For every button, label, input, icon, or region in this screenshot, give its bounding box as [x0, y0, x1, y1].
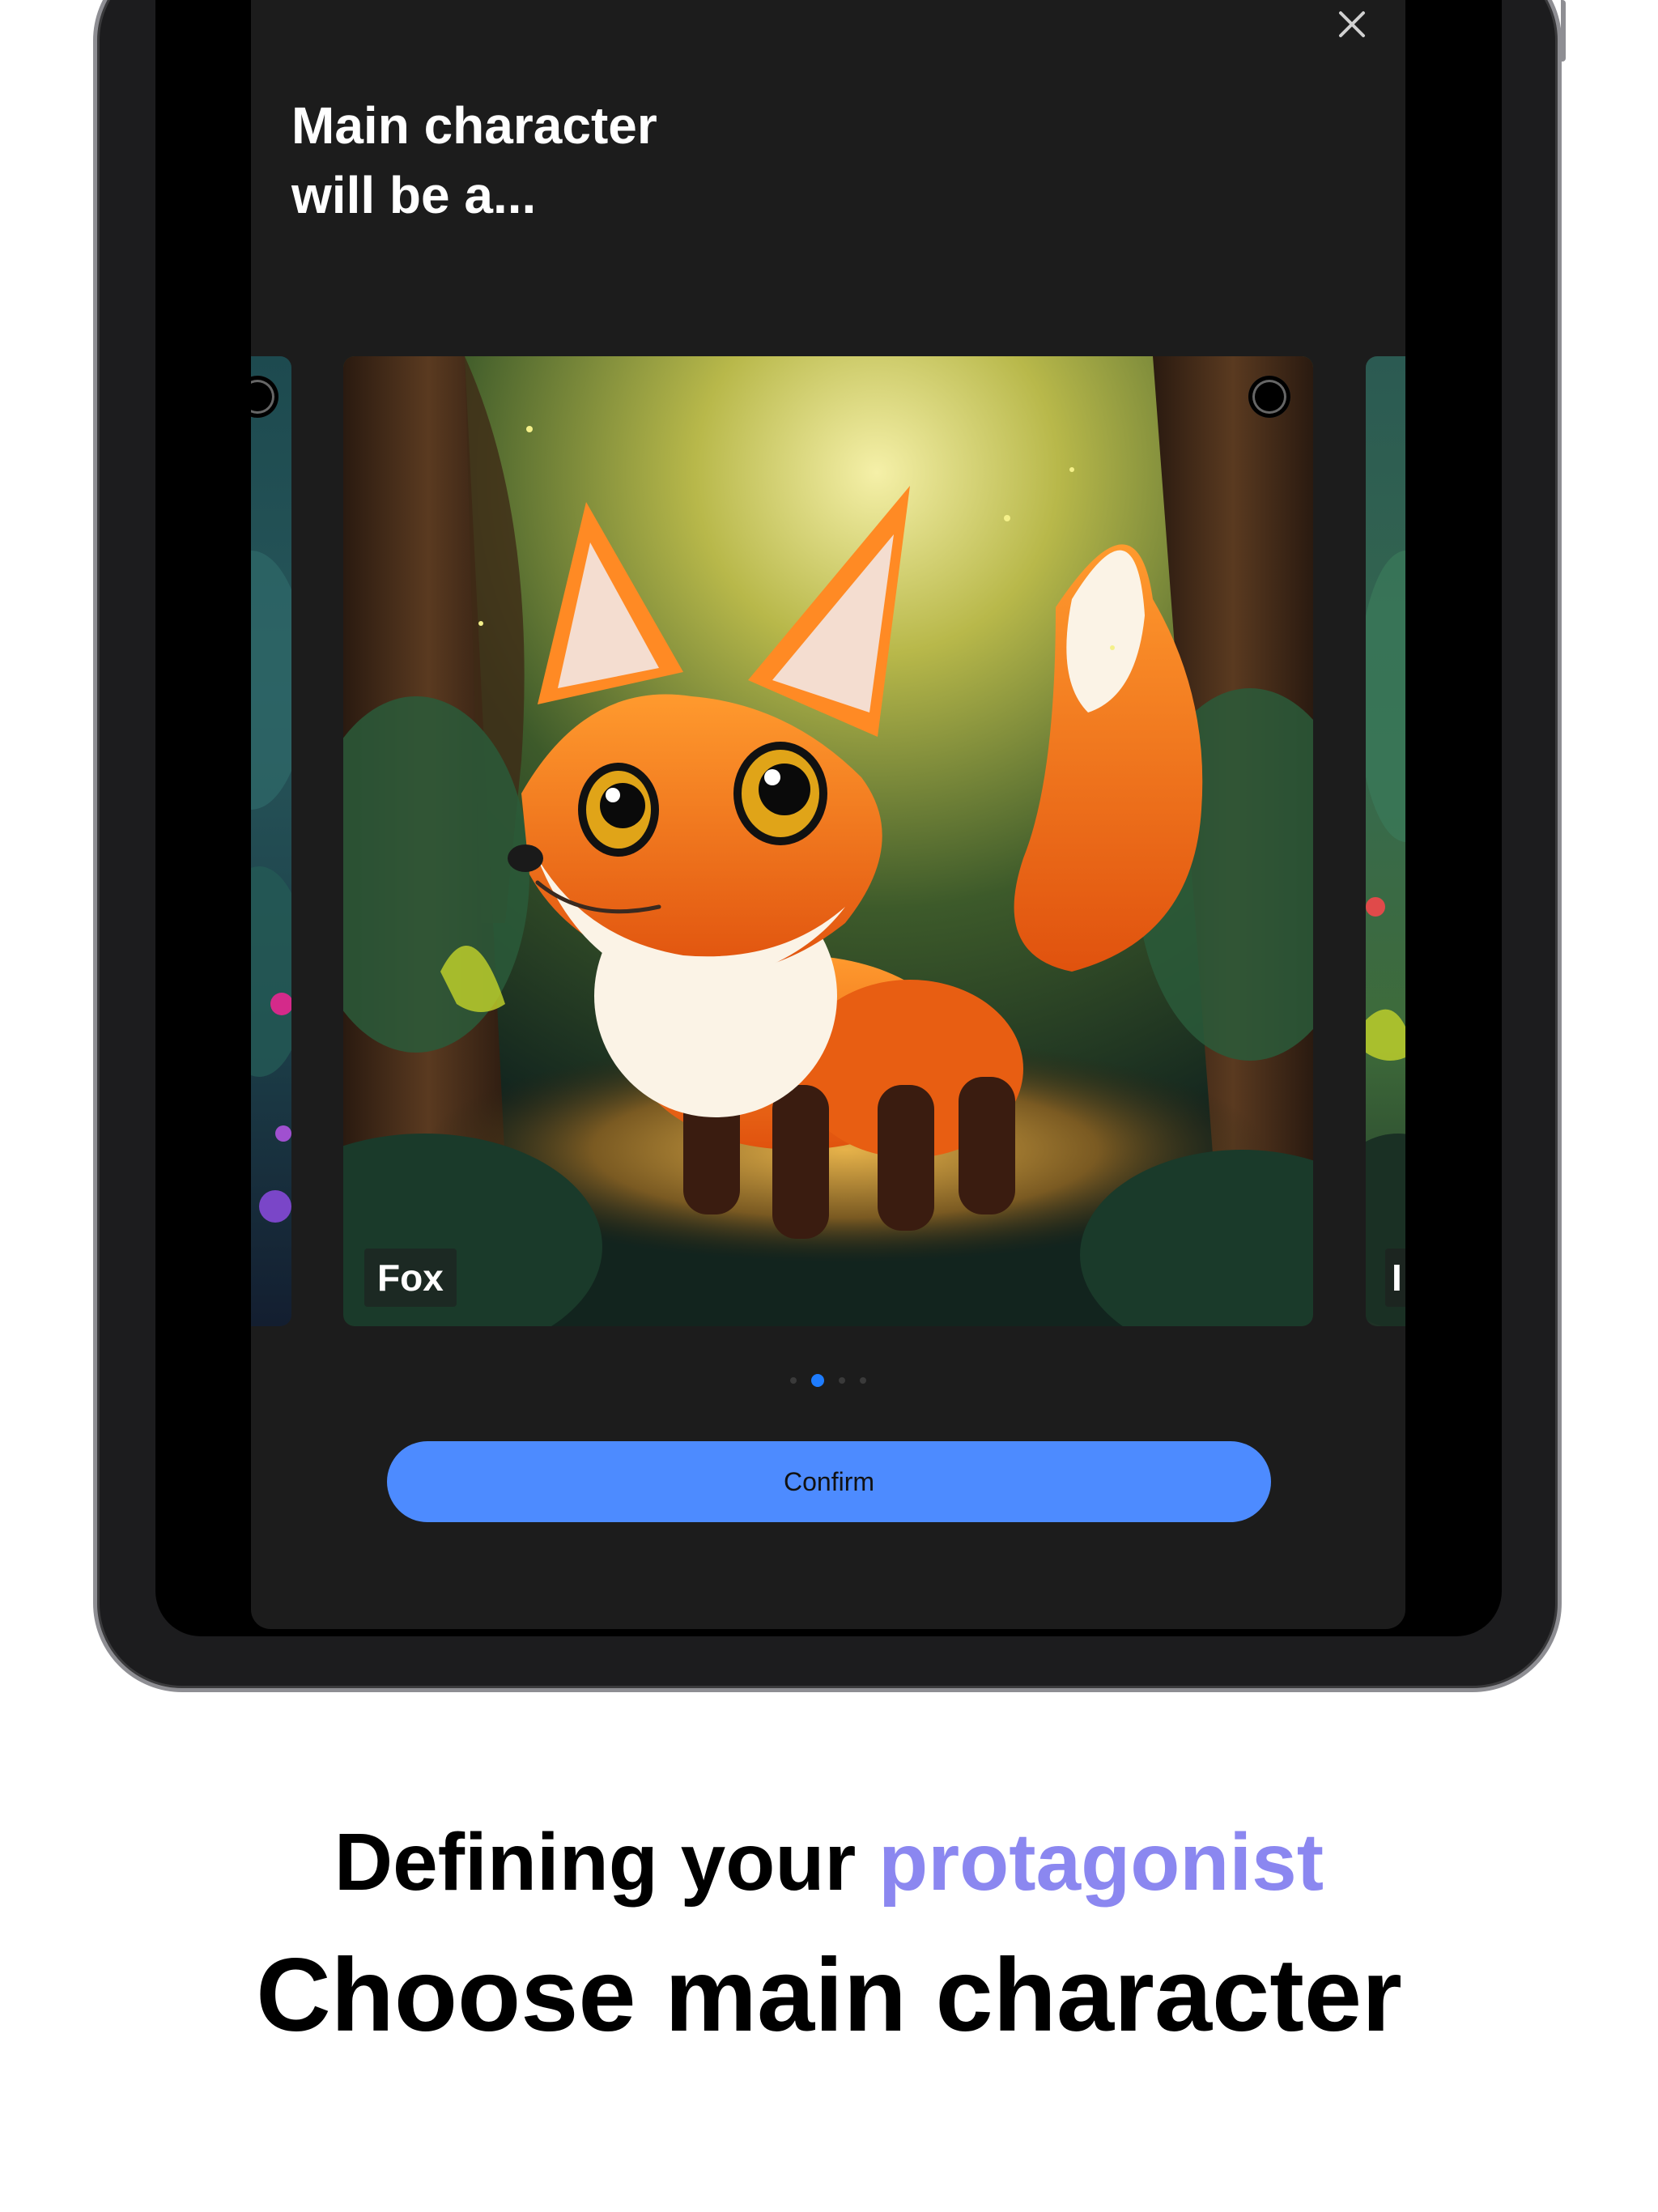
forest-illustration	[1366, 551, 1405, 1326]
character-carousel[interactable]: Fox I	[251, 356, 1405, 1328]
caption-subtitle-accent: protagonist	[878, 1817, 1324, 1908]
caption-subtitle: Defining your protagonist	[0, 1814, 1658, 1911]
page-indicator[interactable]	[251, 1372, 1405, 1389]
close-button[interactable]	[1336, 8, 1368, 40]
select-radio[interactable]	[1248, 376, 1290, 418]
character-card-previous[interactable]	[251, 356, 291, 1326]
forest-illustration	[251, 551, 291, 1223]
device-side-button	[1561, 0, 1566, 62]
page-dot[interactable]	[860, 1377, 866, 1384]
close-icon	[1339, 11, 1365, 37]
page-dot[interactable]	[790, 1377, 797, 1384]
page-dot[interactable]	[839, 1377, 845, 1384]
character-card-next[interactable]: I	[1366, 356, 1405, 1326]
caption-subtitle-prefix: Defining your	[334, 1817, 879, 1908]
caption-title: Choose main character	[256, 1938, 1402, 2053]
page-dot-active[interactable]	[811, 1374, 824, 1387]
device-screen: Main character will be a... Fox I Confir…	[155, 0, 1502, 1636]
character-name-label: Fox	[364, 1249, 457, 1307]
sheet-title: Main character will be a...	[291, 96, 657, 224]
confirm-button[interactable]: Confirm	[387, 1441, 1271, 1522]
character-sheet: Main character will be a... Fox I Confir…	[251, 0, 1405, 1629]
fox-illustration	[343, 356, 1313, 1326]
character-name-label: I	[1385, 1249, 1405, 1307]
character-card-fox[interactable]: Fox	[343, 356, 1313, 1326]
